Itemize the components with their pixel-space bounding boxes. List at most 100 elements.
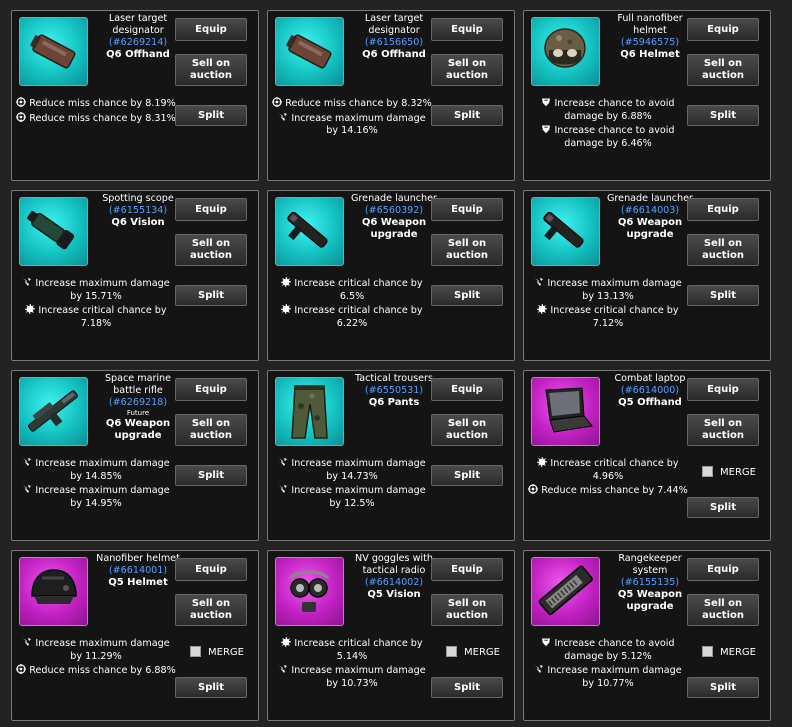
item-id-link[interactable]: #5946575 xyxy=(625,37,676,48)
item-image-frame[interactable] xyxy=(19,377,88,446)
item-id[interactable]: (#6550531) xyxy=(346,385,442,397)
item-id-link[interactable]: #6550531 xyxy=(369,385,420,396)
merge-checkbox-box[interactable] xyxy=(702,646,713,657)
sell-on-auction-button[interactable]: Sell on auction xyxy=(175,54,247,86)
equip-button[interactable]: Equip xyxy=(431,18,503,41)
item-card: Rangekeeper system (#6155135) Q5 Weapon up… xyxy=(523,550,771,721)
merge-checkbox-box[interactable] xyxy=(190,646,201,657)
equip-button[interactable]: Equip xyxy=(687,198,759,221)
equip-button[interactable]: Equip xyxy=(175,18,247,41)
item-image-frame[interactable] xyxy=(19,17,88,86)
item-image-frame[interactable] xyxy=(275,377,344,446)
item-image-frame[interactable] xyxy=(19,557,88,626)
item-image-frame[interactable] xyxy=(19,197,88,266)
item-id[interactable]: (#6614000) xyxy=(602,385,698,397)
merge-checkbox-box[interactable] xyxy=(702,466,713,477)
item-id-link[interactable]: #6269214 xyxy=(113,37,164,48)
split-button[interactable]: Split xyxy=(431,105,503,126)
item-id[interactable]: (#6614001) xyxy=(90,565,186,577)
item-id[interactable]: (#6614003) xyxy=(602,205,698,217)
item-image-frame[interactable] xyxy=(531,17,600,86)
item-id-link[interactable]: #6156650 xyxy=(369,37,420,48)
merge-checkbox[interactable]: MERGE xyxy=(702,646,772,660)
stat-text: Increase maximum damage by 15.71% xyxy=(35,278,170,302)
stat-text: Increase chance to avoid damage by 5.12% xyxy=(554,638,675,662)
equip-button[interactable]: Equip xyxy=(431,558,503,581)
split-button[interactable]: Split xyxy=(431,677,503,698)
equip-button[interactable]: Equip xyxy=(175,378,247,401)
item-id[interactable]: (#6155134) xyxy=(90,205,186,217)
item-id-link[interactable]: #6614002 xyxy=(369,577,420,588)
item-id[interactable]: (#6156650) xyxy=(346,37,442,49)
sell-on-auction-button[interactable]: Sell on auction xyxy=(175,234,247,266)
sell-on-auction-button[interactable]: Sell on auction xyxy=(431,234,503,266)
item-id-link[interactable]: #6614001 xyxy=(113,565,164,576)
split-button[interactable]: Split xyxy=(431,465,503,486)
item-id[interactable]: (#6614002) xyxy=(346,577,442,589)
item-id[interactable]: (#6269218) xyxy=(90,397,186,409)
equip-button[interactable]: Equip xyxy=(687,378,759,401)
stat-line: Reduce miss chance by 8.32% xyxy=(272,97,432,111)
split-button[interactable]: Split xyxy=(687,105,759,126)
stat-line: Increase maximum damage by 14.16% xyxy=(272,112,432,138)
item-name: Full nanofiber helmet xyxy=(617,13,683,36)
sell-on-auction-button[interactable]: Sell on auction xyxy=(687,54,759,86)
merge-checkbox[interactable]: MERGE xyxy=(190,646,260,660)
split-button[interactable]: Split xyxy=(687,497,759,518)
sell-on-auction-button[interactable]: Sell on auction xyxy=(175,594,247,626)
item-card: Grenade launcher (#6614003) Q6 Weapon upgr… xyxy=(523,190,771,361)
sell-on-auction-button[interactable]: Sell on auction xyxy=(431,594,503,626)
item-image-frame[interactable] xyxy=(275,557,344,626)
equip-button[interactable]: Equip xyxy=(431,378,503,401)
split-button[interactable]: Split xyxy=(431,285,503,306)
merge-checkbox[interactable]: MERGE xyxy=(446,646,516,660)
item-id[interactable]: (#6560392) xyxy=(346,205,442,217)
split-button[interactable]: Split xyxy=(175,105,247,126)
item-stats: Increase chance to avoid damage by 5.12%… xyxy=(528,637,688,691)
item-id-link[interactable]: #6614000 xyxy=(625,385,676,396)
equip-button[interactable]: Equip xyxy=(687,558,759,581)
equip-button[interactable]: Equip xyxy=(175,198,247,221)
merge-label: MERGE xyxy=(720,467,756,478)
critical-icon xyxy=(25,304,38,316)
split-button[interactable]: Split xyxy=(687,285,759,306)
item-name: NV goggles with tactical radio xyxy=(355,553,433,576)
sell-on-auction-button[interactable]: Sell on auction xyxy=(175,414,247,446)
sell-on-auction-button[interactable]: Sell on auction xyxy=(687,594,759,626)
sell-on-auction-button[interactable]: Sell on auction xyxy=(687,414,759,446)
item-image-frame[interactable] xyxy=(275,197,344,266)
item-id[interactable]: (#6269214) xyxy=(90,37,186,49)
split-button[interactable]: Split xyxy=(175,677,247,698)
damage-icon xyxy=(278,665,291,676)
item-title-block: NV goggles with tactical radio (#6614002)… xyxy=(346,553,442,601)
merge-checkbox[interactable]: MERGE xyxy=(702,466,772,480)
damage-icon xyxy=(22,278,35,289)
merge-label: MERGE xyxy=(720,647,756,658)
stat-text: Increase critical chance by 4.96% xyxy=(550,458,679,482)
equip-button[interactable]: Equip xyxy=(175,558,247,581)
split-button[interactable]: Split xyxy=(687,677,759,698)
sell-on-auction-button[interactable]: Sell on auction xyxy=(431,414,503,446)
item-id-link[interactable]: #6560392 xyxy=(369,205,420,216)
split-button[interactable]: Split xyxy=(175,465,247,486)
equip-button[interactable]: Equip xyxy=(687,18,759,41)
item-quality: Q6 Pants xyxy=(368,397,420,408)
item-image-frame[interactable] xyxy=(531,197,600,266)
split-button[interactable]: Split xyxy=(175,285,247,306)
item-id-link[interactable]: #6155134 xyxy=(113,205,164,216)
item-id-link[interactable]: #6155135 xyxy=(625,577,676,588)
sell-on-auction-button[interactable]: Sell on auction xyxy=(431,54,503,86)
item-id[interactable]: (#5946575) xyxy=(602,37,698,49)
item-id-link[interactable]: #6614003 xyxy=(625,205,676,216)
item-id-link[interactable]: #6269218 xyxy=(113,397,164,408)
item-image-frame[interactable] xyxy=(531,377,600,446)
item-image-frame[interactable] xyxy=(531,557,600,626)
item-id[interactable]: (#6155135) xyxy=(602,577,698,589)
item-quality: Q6 Weapon upgrade xyxy=(105,418,171,441)
stat-line: Increase maximum damage by 10.73% xyxy=(272,664,432,690)
item-image-frame[interactable] xyxy=(275,17,344,86)
merge-checkbox-box[interactable] xyxy=(446,646,457,657)
stat-line: Increase maximum damage by 14.73% xyxy=(272,457,432,483)
equip-button[interactable]: Equip xyxy=(431,198,503,221)
sell-on-auction-button[interactable]: Sell on auction xyxy=(687,234,759,266)
